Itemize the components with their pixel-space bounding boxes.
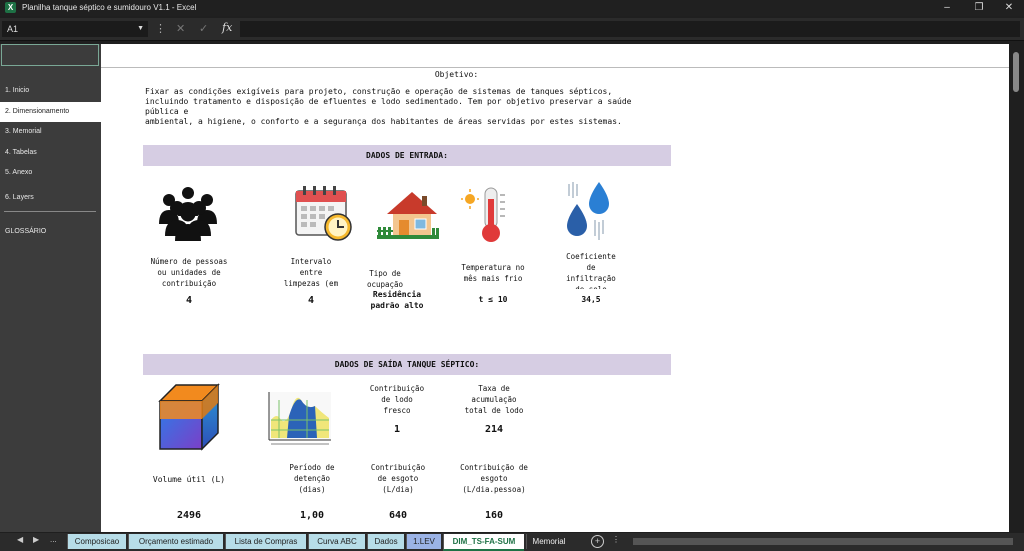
- output-section-header: DADOS DE SAÍDA TANQUE SÉPTICO:: [143, 354, 671, 375]
- formula-bar: A1 ▼ ⋮ ✕ ✓ fx: [0, 18, 1024, 41]
- infiltration-value[interactable]: 34,5: [551, 295, 631, 304]
- useful-volume-label: Volume útil (L): [152, 475, 226, 484]
- sewage-per-person-value[interactable]: 160: [447, 510, 541, 521]
- infiltration-label: Coeficiente de infiltração de solo: [566, 252, 616, 289]
- tab-orcamento-estimado[interactable]: Orçamento estimado: [128, 534, 223, 549]
- infiltration-label-cell: Coeficiente de infiltração de solo: [551, 249, 631, 289]
- fresh-sludge-label: Contribuição de lodo fresco: [369, 384, 425, 415]
- detention-period-label: Período de detenção (dias): [289, 463, 335, 494]
- people-icon: [159, 187, 217, 241]
- more-sheets-button[interactable]: ...: [50, 535, 57, 544]
- title-bar: X Planilha tanque séptico e sumidouro V1…: [0, 0, 1024, 16]
- sewage-contribution-label: Contribuição de esgoto (L/dia): [370, 463, 426, 494]
- nav-dimensionamento[interactable]: 2. Dimensionamento: [0, 102, 101, 122]
- name-box-value: A1: [7, 24, 19, 34]
- nav-memorial[interactable]: 3. Memorial: [0, 122, 101, 142]
- tab-1-lev[interactable]: 1.LEV: [406, 534, 441, 549]
- check-icon[interactable]: ✓: [199, 22, 208, 35]
- occupancy-type-label: Tipo de ocupação: [366, 269, 404, 289]
- house-icon: [377, 192, 439, 239]
- chevron-down-icon[interactable]: ▼: [137, 21, 144, 37]
- sewage-contribution-value[interactable]: 640: [363, 510, 433, 521]
- close-icon[interactable]: ✕: [996, 1, 1022, 15]
- window-title: Planilha tanque séptico e sumidouro V1.1…: [22, 3, 197, 12]
- cleaning-interval-label: Intervalo entre limpezas (em: [283, 257, 339, 288]
- area-chart-icon: [268, 392, 331, 445]
- occupancy-type-value[interactable]: Residência padrão alto: [363, 289, 431, 311]
- tab-dados[interactable]: Dados: [367, 534, 404, 549]
- tab-composicao[interactable]: Composicao: [67, 534, 126, 549]
- people-value[interactable]: 4: [143, 295, 235, 306]
- nav-glossario[interactable]: GLOSSÁRIO: [0, 222, 101, 242]
- sludge-rate-label: Taxa de acumulação total de lodo: [464, 384, 524, 415]
- nav-divider: [4, 211, 96, 212]
- nav-anexo[interactable]: 5. Anexo: [0, 163, 101, 183]
- restore-icon[interactable]: ❐: [966, 1, 992, 15]
- fx-icon[interactable]: fx: [222, 21, 232, 34]
- row-divider: [101, 67, 1009, 68]
- calendar-clock-icon: [295, 186, 352, 241]
- name-box[interactable]: A1 ▼: [2, 21, 148, 37]
- objective-title: Objetivo:: [434, 70, 479, 79]
- sludge-rate-value[interactable]: 214: [455, 424, 533, 435]
- temperature-value[interactable]: t ≤ 10: [451, 295, 535, 304]
- detention-period-value[interactable]: 1,00: [277, 510, 347, 521]
- nav-layers[interactable]: 6. Layers: [0, 188, 101, 208]
- excel-logo-icon: X: [5, 2, 16, 13]
- tab-memorial[interactable]: Memorial: [526, 534, 571, 549]
- horizontal-scrollbar[interactable]: [633, 538, 1013, 545]
- useful-volume-value[interactable]: 2496: [143, 510, 235, 521]
- water-drops-icon: [567, 182, 609, 240]
- fresh-sludge-value[interactable]: 1: [365, 424, 429, 435]
- formula-input[interactable]: [240, 21, 1020, 37]
- cleaning-interval-value[interactable]: 4: [271, 295, 351, 306]
- objective-text: Fixar as condições exigíveis para projet…: [145, 87, 632, 126]
- tab-curva-abc[interactable]: Curva ABC: [308, 534, 365, 549]
- next-sheet-icon[interactable]: ▶: [33, 535, 39, 544]
- scroll-thumb[interactable]: [1013, 52, 1019, 92]
- people-label: Número de pessoas ou unidades de contrib…: [150, 257, 228, 288]
- thermometer-icon: [461, 187, 505, 242]
- vertical-scrollbar[interactable]: [1009, 44, 1024, 532]
- selected-cell[interactable]: [1, 44, 99, 66]
- add-sheet-icon[interactable]: +: [591, 535, 604, 548]
- prev-sheet-icon[interactable]: ◀: [17, 535, 23, 544]
- nav-inicio[interactable]: 1. Inicio: [0, 81, 101, 101]
- cube-icon: [158, 383, 220, 451]
- more-icon[interactable]: ⋮: [155, 22, 166, 35]
- sheet-tab-bar: ◀ ▶ ... Composicao Orçamento estimado Li…: [0, 533, 1024, 551]
- nav-tabelas[interactable]: 4. Tabelas: [0, 143, 101, 163]
- temperature-label: Temperatura no mês mais frio: [461, 263, 525, 283]
- input-section-header: DADOS DE ENTRADA:: [143, 145, 671, 166]
- sheet-nav-panel: 1. Inicio 2. Dimensionamento 3. Memorial…: [0, 44, 101, 532]
- tab-options-icon[interactable]: ⋮: [612, 535, 620, 544]
- cancel-icon[interactable]: ✕: [176, 22, 185, 35]
- minimize-icon[interactable]: –: [934, 1, 960, 15]
- tab-lista-de-compras[interactable]: Lista de Compras: [225, 534, 306, 549]
- tab-dim-ts-fa-sum[interactable]: DIM_TS-FA-SUM: [443, 534, 524, 551]
- worksheet[interactable]: Objetivo: Fixar as condições exigíveis p…: [101, 44, 1009, 532]
- sewage-per-person-label: Contribuição de esgoto (L/dia.pessoa): [460, 463, 528, 494]
